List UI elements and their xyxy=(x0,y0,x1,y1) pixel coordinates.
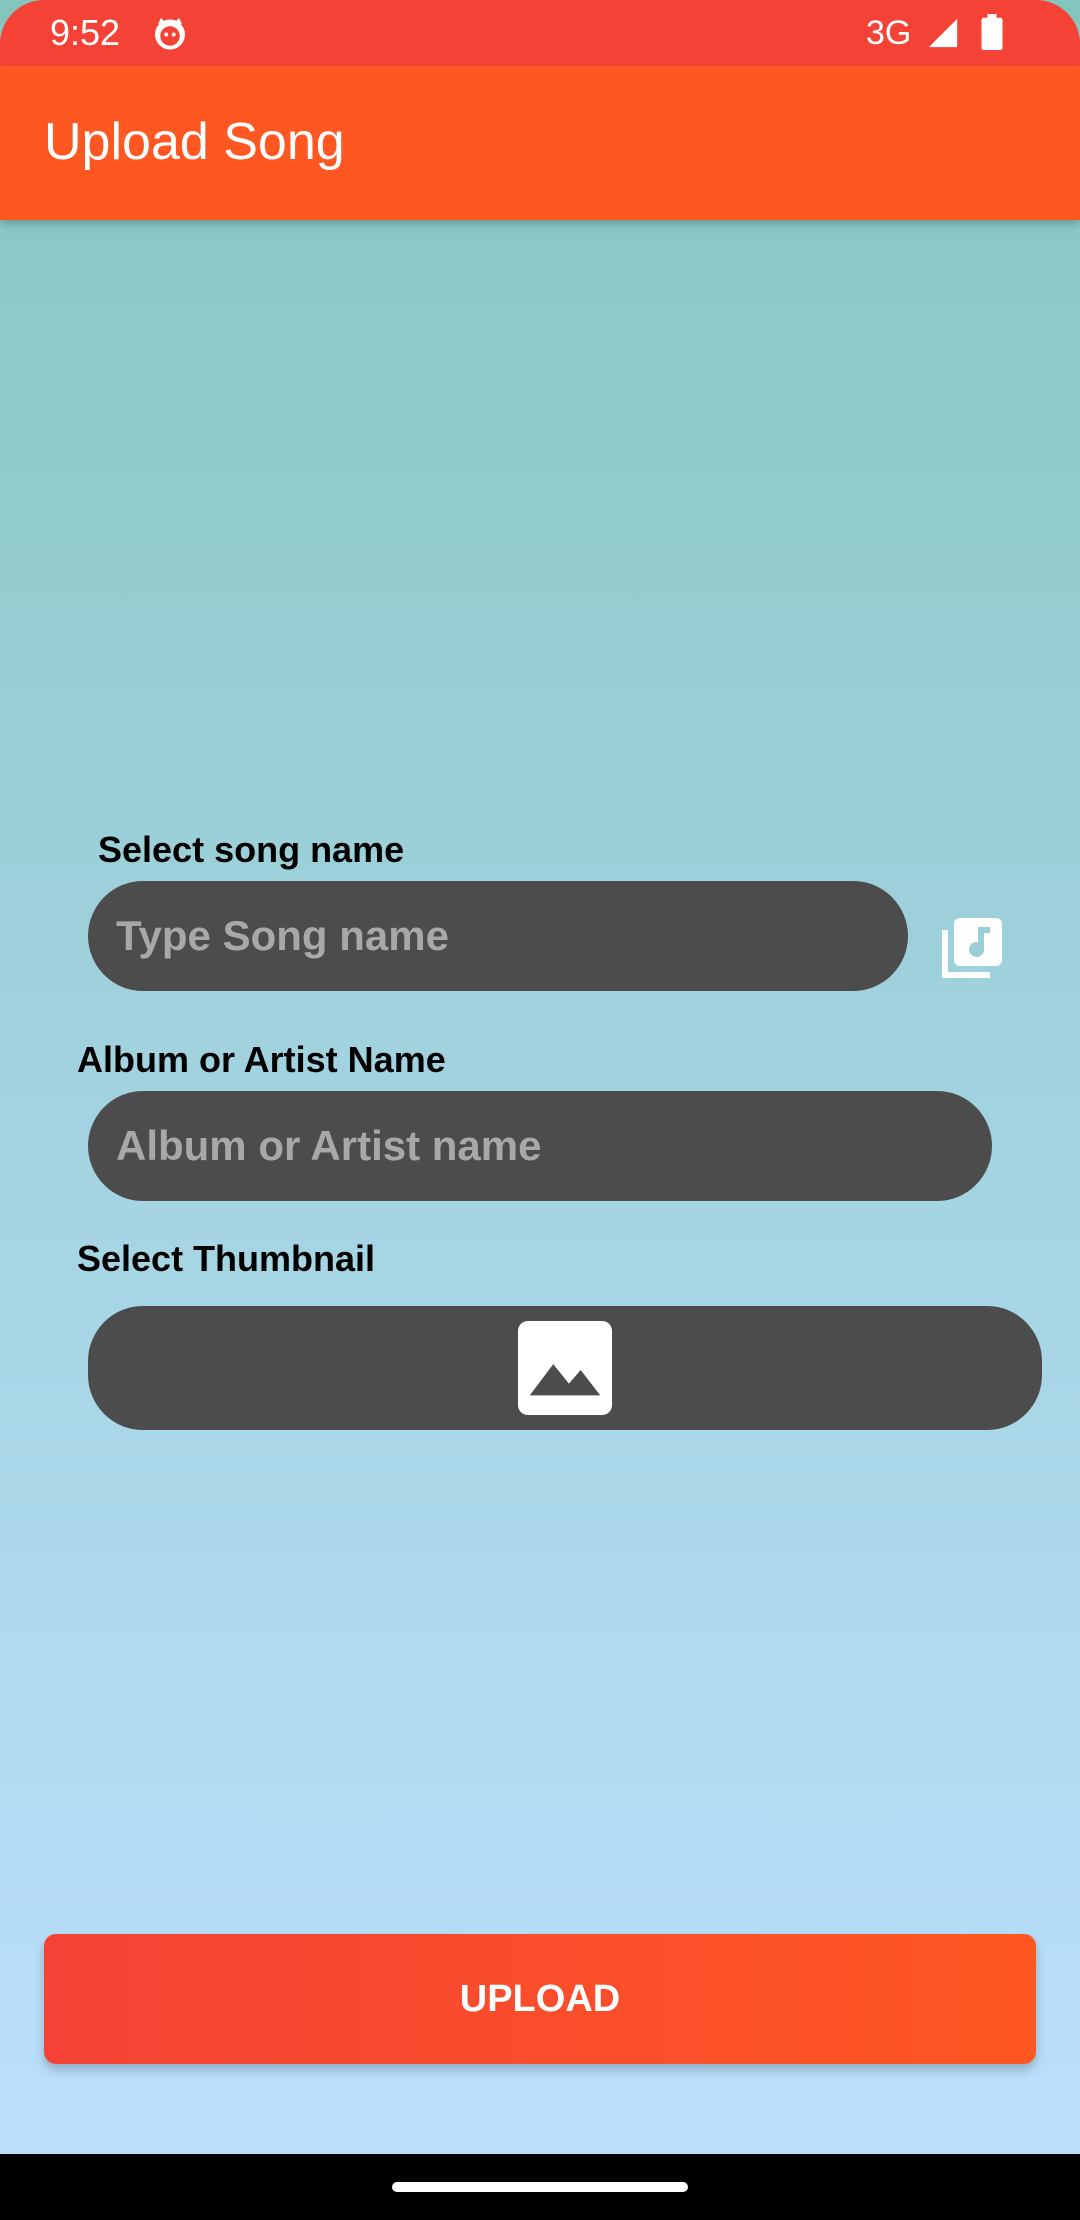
thumbnail-label: Select Thumbnail xyxy=(77,1238,376,1279)
artist-name-field xyxy=(88,1091,992,1201)
network-type-label: 3G xyxy=(866,14,912,52)
song-name-field xyxy=(88,881,908,991)
app-bar: Upload Song xyxy=(0,66,1080,220)
upload-button[interactable]: UPLOAD xyxy=(44,1934,1036,2064)
artist-name-input[interactable] xyxy=(88,1091,992,1201)
battery-icon xyxy=(981,14,1003,50)
signal-icon xyxy=(928,18,958,48)
cat-notification-icon xyxy=(155,18,185,50)
status-time: 9:52 xyxy=(50,12,121,53)
home-gesture-handle[interactable] xyxy=(392,2182,688,2192)
status-bar: 9:52 3G xyxy=(0,0,1080,66)
page-title: Upload Song xyxy=(44,113,345,171)
song-name-label: Select song name xyxy=(98,829,405,870)
song-name-input[interactable] xyxy=(88,881,908,991)
select-thumbnail-button[interactable] xyxy=(88,1306,1042,1430)
image-icon xyxy=(518,1321,612,1415)
navigation-bar xyxy=(0,2154,1080,2220)
music-library-icon[interactable] xyxy=(936,912,1008,984)
artist-name-label: Album or Artist Name xyxy=(77,1039,446,1080)
upload-song-screen: 9:52 3G Upload Song Select song name Alb… xyxy=(0,0,1080,2220)
